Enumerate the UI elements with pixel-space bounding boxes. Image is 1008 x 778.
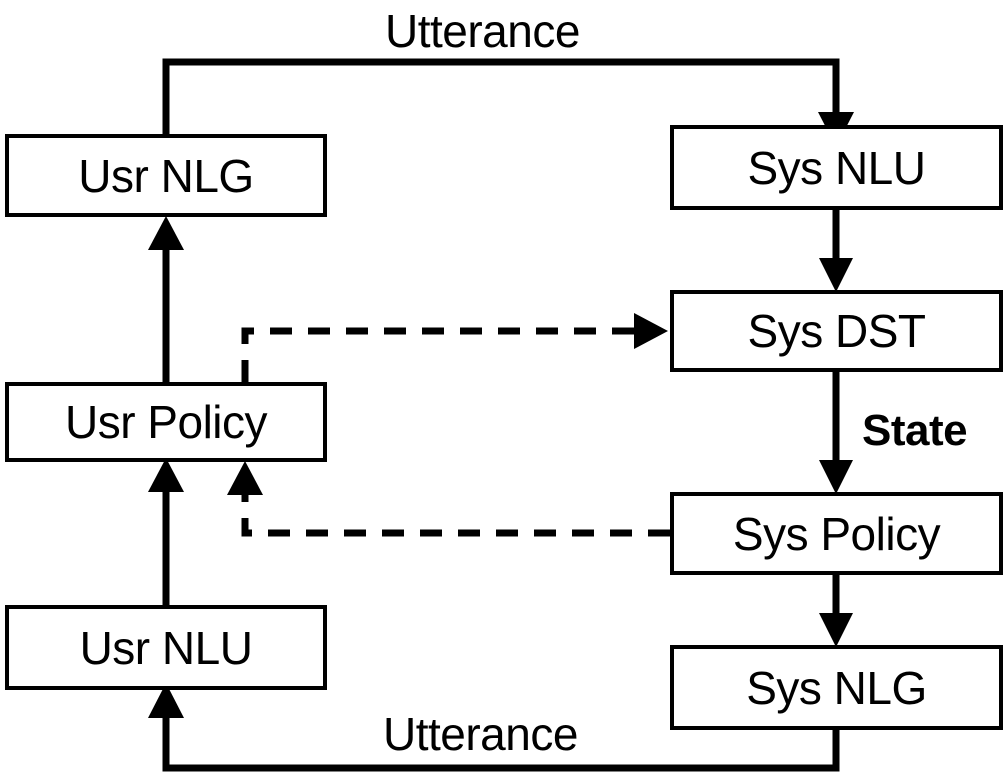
edge-label-utterance-top: Utterance (385, 5, 580, 57)
edge-sys-policy-to-sys-nlg (819, 575, 853, 647)
edge-usr-nlu-to-usr-policy (148, 458, 184, 605)
node-sys-dst-label: Sys DST (747, 305, 926, 357)
node-sys-dst[interactable]: Sys DST (670, 290, 1003, 372)
node-usr-policy-label: Usr Policy (64, 396, 268, 448)
edge-sys-policy-to-usr-policy-dashed (227, 461, 670, 537)
edge-sys-dst-to-sys-policy (819, 372, 853, 494)
node-usr-nlg-label: Usr NLG (78, 149, 254, 202)
node-usr-policy[interactable]: Usr Policy (5, 382, 327, 462)
edge-usr-policy-to-sys-dst-dashed (241, 313, 668, 382)
node-usr-nlg[interactable]: Usr NLG (5, 134, 327, 217)
edge-label-state: State (862, 406, 968, 455)
diagram-canvas: Usr NLG Usr Policy Usr NLU Sys NLU Sys D… (0, 0, 1008, 778)
node-sys-policy[interactable]: Sys Policy (670, 492, 1003, 575)
edge-label-utterance-bottom: Utterance (383, 708, 578, 760)
node-sys-nlg[interactable]: Sys NLG (670, 645, 1003, 730)
node-sys-nlu[interactable]: Sys NLU (670, 125, 1003, 210)
node-sys-policy-label: Sys Policy (732, 507, 941, 560)
edge-usr-policy-to-usr-nlg (148, 216, 184, 382)
node-usr-nlu[interactable]: Usr NLU (5, 605, 327, 690)
node-sys-nlg-label: Sys NLG (746, 661, 927, 714)
node-sys-nlu-label: Sys NLU (747, 141, 926, 194)
edge-sys-nlu-to-sys-dst (819, 210, 853, 292)
node-usr-nlu-label: Usr NLU (79, 621, 253, 674)
